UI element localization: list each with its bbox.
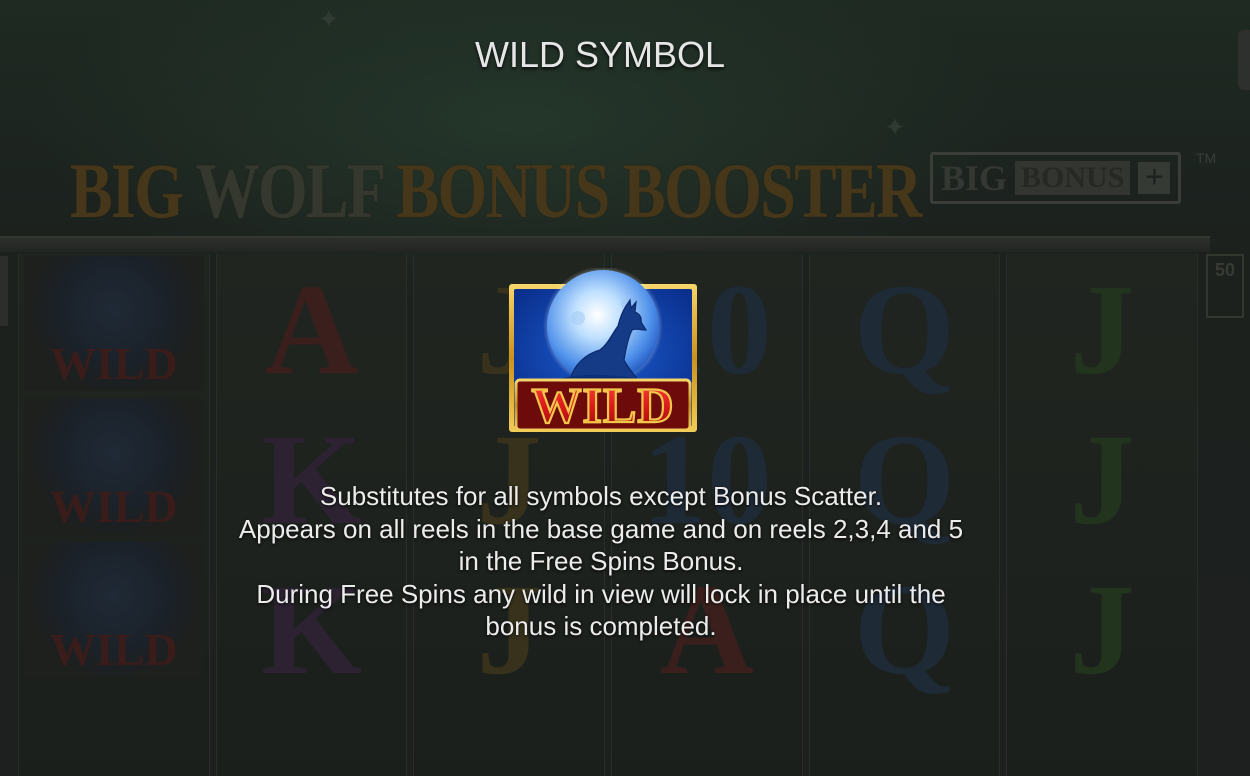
wild-description: Substitutes for all symbols except Bonus…: [0, 480, 1202, 643]
badge-big: BIG: [941, 158, 1008, 198]
ways-counter: 50: [1206, 254, 1244, 318]
trademark: TM: [1196, 150, 1217, 166]
description-line: in the Free Spins Bonus.: [458, 546, 744, 577]
corner-tab: [1238, 30, 1250, 90]
reel-symbol: Q: [853, 258, 956, 402]
reel-symbol-wild: WILD: [23, 256, 204, 391]
description-line: Substitutes for all symbols except Bonus…: [319, 481, 883, 511]
reel-symbol-label: WILD: [49, 338, 178, 389]
description-line: During Free Spins any wild in view will …: [256, 578, 946, 609]
description-line: bonus is completed.: [485, 611, 717, 642]
wolf-moon-icon: WILD: [509, 266, 697, 434]
reel-top-bar: [0, 236, 1210, 252]
wild-symbol-image: WILD: [508, 266, 698, 434]
logo-word: BOOSTER: [622, 147, 922, 234]
logo-word: BIG: [70, 147, 184, 234]
wild-label: WILD: [532, 377, 675, 433]
reel-symbol: A: [264, 258, 359, 402]
reel-symbol: J: [1069, 258, 1135, 402]
sparkle-icon: ✦: [884, 112, 906, 142]
game-logo: BIG WOLF BONUS BOOSTER: [70, 146, 922, 236]
description-line: Appears on all reels in the base game an…: [238, 513, 964, 544]
plus-icon: +: [1138, 161, 1171, 195]
logo-word: BONUS: [396, 147, 610, 234]
sparkle-icon: ✦: [318, 4, 340, 34]
badge-bonus: BONUS: [1015, 161, 1131, 195]
big-bonus-badge: BIG BONUS +: [930, 152, 1182, 204]
logo-word: WOLF: [195, 147, 384, 234]
page-title: WILD SYMBOL: [474, 34, 726, 75]
left-side-marker: [0, 256, 8, 326]
